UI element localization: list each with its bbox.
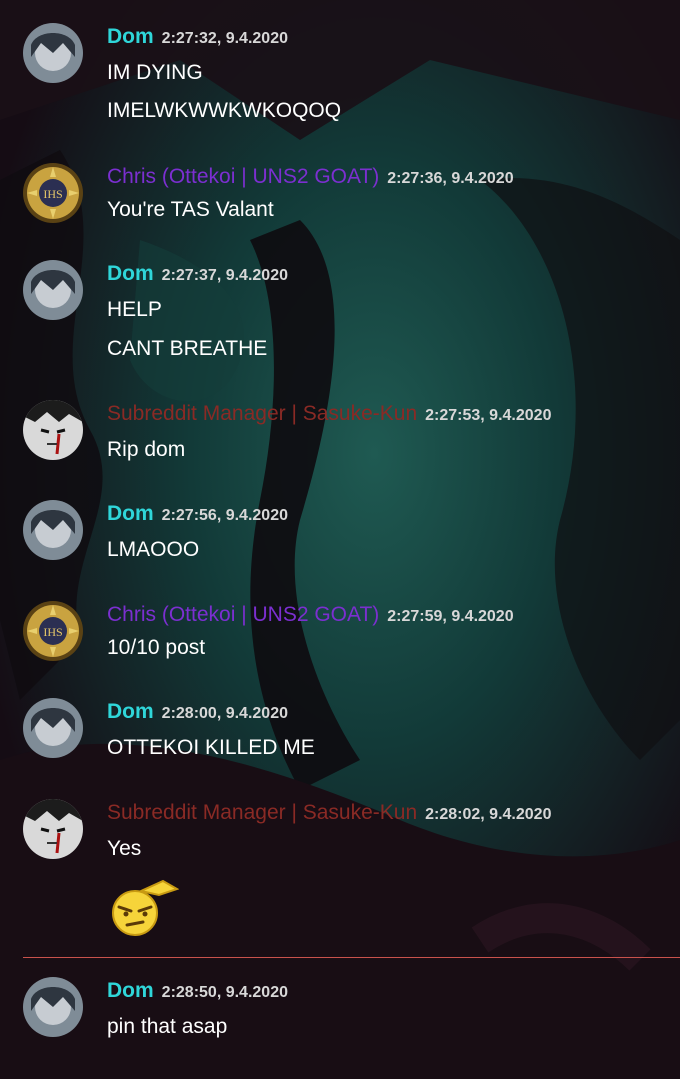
timestamp: 2:27:56, 9.4.2020 (161, 507, 288, 524)
timestamp: 2:27:37, 9.4.2020 (161, 267, 288, 284)
message-text: HELP (107, 298, 162, 321)
avatar[interactable]: IHS (23, 163, 83, 223)
thinking-face-emoji[interactable] (107, 879, 179, 939)
message-text: 10/10 post (107, 636, 206, 659)
avatar[interactable]: IHS (23, 601, 83, 661)
timestamp: 2:27:59, 9.4.2020 (387, 608, 514, 625)
new-messages-divider (23, 957, 680, 958)
avatar[interactable] (23, 799, 83, 859)
message-header: Dom 2:27:37, 9.4.2020 (107, 262, 288, 286)
message-text: LMAOOO (107, 538, 200, 561)
message-header: Dom 2:28:50, 9.4.2020 (107, 979, 288, 1003)
message-header: Subreddit Manager | Sasuke-Kun 2:28:02, 9… (107, 801, 551, 825)
author-name[interactable]: Subreddit Manager | Sasuke-Kun (107, 801, 417, 824)
message-text: CANT BREATHE (107, 337, 268, 360)
avatar[interactable] (23, 23, 83, 83)
author-name[interactable]: Dom (107, 979, 154, 1002)
timestamp: 2:27:36, 9.4.2020 (387, 170, 514, 187)
author-name[interactable]: Dom (107, 25, 154, 48)
message-text: OTTEKOI KILLED ME (107, 736, 315, 759)
avatar[interactable] (23, 400, 83, 460)
message-header: Dom 2:27:32, 9.4.2020 (107, 25, 288, 49)
message-header: Chris (Ottekoi | UNS2 GOAT) 2:27:59, 9.4.… (107, 603, 514, 627)
avatar[interactable] (23, 260, 83, 320)
timestamp: 2:27:32, 9.4.2020 (161, 30, 288, 47)
avatar[interactable] (23, 698, 83, 758)
message-text: Rip dom (107, 438, 186, 461)
author-name[interactable]: Dom (107, 700, 154, 723)
message-text: IM DYING (107, 61, 203, 84)
author-name[interactable]: Dom (107, 262, 154, 285)
svg-text:IHS: IHS (43, 187, 62, 201)
message-list: Dom 2:27:32, 9.4.2020 IM DYING IMELWKWWKW… (0, 0, 680, 1079)
svg-text:IHS: IHS (43, 625, 62, 639)
author-name[interactable]: Dom (107, 502, 154, 525)
author-name[interactable]: Chris (Ottekoi | UNS2 GOAT) (107, 165, 379, 188)
author-name[interactable]: Subreddit Manager | Sasuke-Kun (107, 402, 417, 425)
message-text: pin that asap (107, 1015, 228, 1038)
message-text: IMELWKWWKWKOQOQ (107, 99, 342, 122)
timestamp: 2:27:53, 9.4.2020 (425, 407, 552, 424)
message-text: You're TAS Valant (107, 198, 274, 221)
timestamp: 2:28:02, 9.4.2020 (425, 806, 552, 823)
message-header: Dom 2:27:56, 9.4.2020 (107, 502, 288, 526)
avatar[interactable] (23, 500, 83, 560)
message-header: Chris (Ottekoi | UNS2 GOAT) 2:27:36, 9.4.… (107, 165, 514, 189)
message-text: Yes (107, 837, 142, 860)
message-header: Subreddit Manager | Sasuke-Kun 2:27:53, 9… (107, 402, 551, 426)
author-name[interactable]: Chris (Ottekoi | UNS2 GOAT) (107, 603, 379, 626)
timestamp: 2:28:50, 9.4.2020 (161, 984, 288, 1001)
message-header: Dom 2:28:00, 9.4.2020 (107, 700, 288, 724)
avatar[interactable] (23, 977, 83, 1037)
timestamp: 2:28:00, 9.4.2020 (161, 705, 288, 722)
